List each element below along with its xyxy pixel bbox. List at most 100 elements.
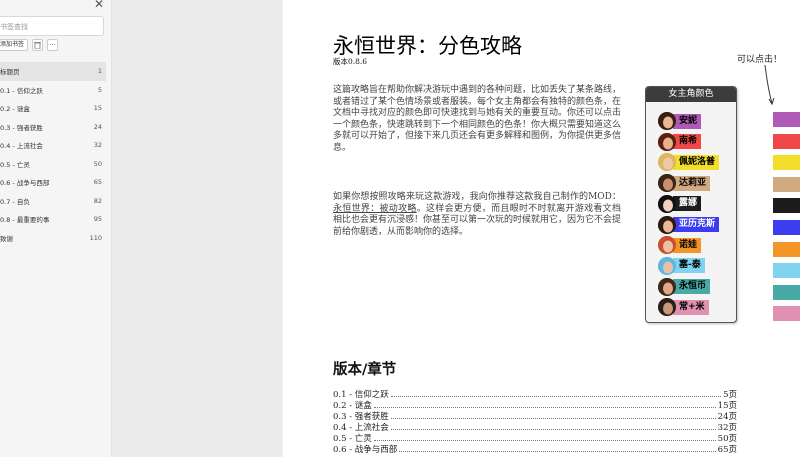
intro-paragraph: 这篇攻略旨在帮助你解决游玩中遇到的各种问题，比如丢失了某条路线，或者错过了某个色…: [333, 85, 622, 153]
bookmark-page: 32: [93, 141, 102, 150]
character-avatar: [658, 215, 676, 234]
bookmark-item[interactable]: 0.6 - 战争与西部 65: [0, 173, 106, 192]
delete-icon[interactable]: [32, 39, 44, 51]
mod-paragraph: 如果你想按照攻略来玩这款游戏，我向你推荐这款我自己制作的MOD： 永恒世界：被动攻…: [333, 192, 621, 238]
document-page: 永恒世界：分色攻略 版本0.8.6 这篇攻略旨在帮助你解决游玩中遇到的各种问题，…: [283, 0, 800, 457]
color-bar[interactable]: [773, 241, 800, 257]
toc-leader: [373, 440, 716, 441]
bookmark-page: 65: [93, 178, 102, 187]
toc-leader: [390, 396, 722, 397]
heroine-colors-panel: 女主角颜色 安妮南希佩妮洛普达莉亚露娜亚历克斯诺娃塞-泰永恒币常+米: [645, 86, 737, 323]
character-entry[interactable]: 安妮: [658, 111, 702, 131]
character-avatar: [658, 256, 676, 275]
add-bookmark-button[interactable]: 添加书签: [0, 39, 29, 51]
bookmark-page: 24: [93, 122, 102, 131]
bookmark-page: 15: [93, 104, 102, 113]
bookmark-item[interactable]: 0.4 - 上流社会 32: [0, 136, 106, 155]
character-avatar: [658, 174, 676, 193]
character-avatar: [658, 112, 676, 130]
bookmark-page: 82: [93, 196, 102, 205]
bookmark-list: 标题页 1 0.1 - 信仰之跃 5 0.2 - 谜盒 15 0.3 - 强者获胜 24 0.4…: [0, 62, 106, 247]
bookmark-item[interactable]: 0.7 - 自负 82: [0, 192, 106, 211]
viewer-background: [112, 0, 282, 457]
panel-title: 女主角颜色: [646, 87, 736, 102]
character-name: 达莉亚: [673, 175, 711, 191]
toc-entry[interactable]: 0.2 - 谜盒 15页: [333, 399, 737, 411]
bookmark-item[interactable]: 标题页 1: [0, 62, 106, 81]
character-name: 常+米: [673, 299, 709, 315]
character-name: 永恒币: [673, 279, 711, 295]
bookmark-item[interactable]: 0.5 - 亡灵 50: [0, 155, 106, 174]
bookmark-item[interactable]: 0.8 - 最重要的事 95: [0, 210, 106, 229]
character-entry[interactable]: 南希: [658, 132, 702, 152]
color-bar[interactable]: [773, 133, 800, 149]
color-bar[interactable]: [773, 112, 800, 127]
character-entry[interactable]: 常+米: [658, 297, 709, 317]
bookmark-toolbar: 添加书签 ···: [0, 39, 59, 51]
bookmark-page: 1: [97, 67, 102, 76]
bookmark-label: 0.5 - 亡灵: [0, 160, 30, 169]
character-name: 佩妮洛普: [673, 154, 720, 170]
toc-entry[interactable]: 0.1 - 信仰之跃 5页: [333, 388, 737, 400]
toc-leader: [390, 429, 716, 430]
toc-entry[interactable]: 0.5 - 亡灵 50页: [333, 432, 737, 444]
bookmark-label: 0.3 - 强者获胜: [0, 123, 43, 132]
bookmark-item[interactable]: 0.3 - 强者获胜 24: [0, 118, 106, 137]
bookmark-page: 5: [97, 85, 102, 94]
bookmark-label: 0.2 - 谜盒: [0, 105, 30, 114]
character-entry[interactable]: 塞-泰: [658, 256, 705, 276]
bookmark-search-input[interactable]: 书签查找: [0, 16, 104, 36]
bookmark-page: 50: [93, 159, 102, 168]
character-name: 诺娃: [673, 237, 702, 253]
character-avatar: [658, 132, 676, 151]
character-avatar: [658, 277, 676, 296]
bookmark-label: 0.8 - 最重要的事: [0, 216, 50, 225]
bookmark-label: 0.1 - 信仰之跃: [0, 86, 43, 95]
bookmark-label: 0.6 - 战争与西部: [0, 179, 50, 188]
character-entry[interactable]: 亚历克斯: [658, 215, 720, 235]
toc-heading: 版本/章节: [333, 362, 397, 378]
character-entry[interactable]: 达莉亚: [658, 173, 711, 193]
bookmark-label: 0.4 - 上流社会: [0, 142, 43, 151]
character-name: 塞-泰: [673, 258, 705, 274]
toc-entry[interactable]: 0.6 - 战争与西部 65页: [333, 443, 737, 455]
color-bar[interactable]: [773, 220, 800, 235]
character-name: 露娜: [673, 196, 702, 212]
color-bar[interactable]: [773, 155, 800, 171]
mod-text-before: 如果你想按照攻略来玩这款游戏，我向你推荐这款我自己制作的MOD：: [333, 192, 621, 202]
character-entry[interactable]: 诺娃: [658, 235, 702, 255]
character-entry[interactable]: 佩妮洛普: [658, 152, 720, 172]
color-bar[interactable]: [773, 176, 800, 192]
bookmark-page: 95: [93, 215, 102, 224]
bookmark-item[interactable]: 0.2 - 谜盒 15: [0, 99, 106, 118]
bookmark-item[interactable]: 致谢 110: [0, 229, 106, 248]
bookmark-label: 0.7 - 自负: [0, 197, 30, 206]
bookmarks-sidebar: ✕ 书签查找 添加书签 ··· 标题页 1 0.1 - 信仰之跃 5 0.2 - 谜盒 1…: [0, 0, 112, 457]
toc-entry[interactable]: 0.3 - 强者获胜 24页: [333, 410, 737, 422]
toc-leader: [390, 418, 716, 419]
hint-arrow-icon: [764, 64, 775, 106]
toc-entry[interactable]: 0.4 - 上流社会 32页: [333, 421, 737, 433]
more-options-icon[interactable]: ···: [47, 39, 59, 51]
bookmark-page: 110: [89, 233, 102, 242]
character-entry[interactable]: 露娜: [658, 194, 702, 214]
color-bar[interactable]: [773, 284, 800, 300]
mod-link[interactable]: 永恒世界：被动攻略: [333, 204, 417, 214]
character-entry[interactable]: 永恒币: [658, 277, 711, 297]
bookmark-label: 标题页: [0, 68, 20, 77]
color-bar[interactable]: [773, 263, 800, 279]
close-icon[interactable]: ✕: [92, 0, 106, 11]
color-bar[interactable]: [773, 306, 800, 322]
bookmark-item[interactable]: 0.1 - 信仰之跃 5: [0, 81, 106, 100]
toc-leader: [373, 407, 716, 408]
bookmark-label: 致谢: [0, 234, 13, 243]
character-name: 南希: [673, 134, 702, 150]
color-bar[interactable]: [773, 198, 800, 214]
toc-label: 0.6 - 战争与西部: [333, 445, 398, 455]
table-of-contents: 0.1 - 信仰之跃 5页 0.2 - 谜盒 15页 0.3 - 强者获胜 24页 0.4 …: [333, 388, 737, 455]
version-label: 版本0.8.6: [333, 57, 368, 66]
character-avatar: [658, 194, 676, 213]
character-name: 安妮: [673, 113, 702, 129]
character-name: 亚历克斯: [673, 217, 720, 232]
toc-page: 65页: [717, 445, 737, 455]
